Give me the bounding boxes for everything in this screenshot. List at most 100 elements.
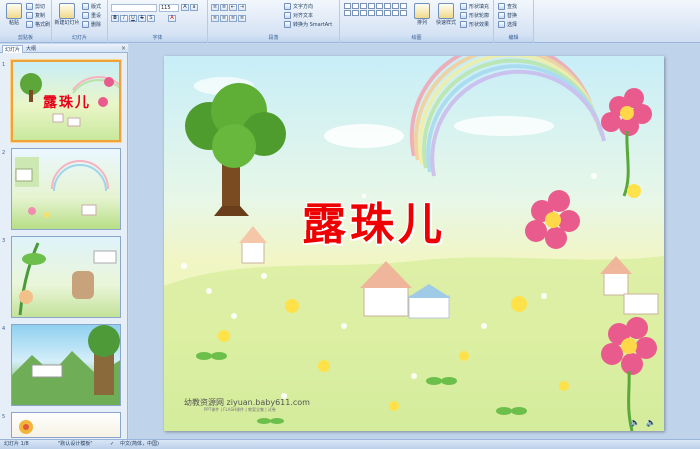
smartart-button[interactable]: 转换为 SmartArt (284, 21, 332, 28)
quick-styles-button[interactable]: 快速样式 (434, 3, 458, 26)
tab-outline[interactable]: 大纲 (24, 45, 38, 53)
slide-counter: 幻灯片 1/8 (4, 441, 29, 447)
justify-button[interactable]: ≡ (238, 15, 246, 22)
layout-button[interactable]: 版式 (82, 3, 101, 10)
numbering-button[interactable]: ≡ (220, 4, 228, 11)
shape-item[interactable] (384, 3, 391, 9)
select-button[interactable]: 选择 (498, 21, 517, 28)
slide-title[interactable]: 露珠儿 (302, 188, 446, 252)
cut-button[interactable]: 剪切 (26, 3, 45, 10)
shape-item[interactable] (400, 3, 407, 9)
format-painter-button[interactable]: 格式刷 (26, 21, 50, 28)
slide-number: 2 (2, 150, 6, 156)
shape-item[interactable] (400, 10, 407, 16)
new-slide-button[interactable]: 新建幻灯片 (54, 3, 80, 26)
shape-item[interactable] (392, 10, 399, 16)
bold-button[interactable]: B (111, 15, 119, 22)
italic-button[interactable]: I (120, 15, 128, 22)
shape-effects-button[interactable]: 形状效果 (460, 21, 489, 28)
drawing-group-label: 绘图 (340, 35, 493, 42)
slide-number: 1 (2, 62, 6, 68)
shape-item[interactable] (352, 10, 359, 16)
strike-button[interactable]: S (138, 15, 146, 22)
slide-thumbnail-1[interactable]: 露珠儿 (11, 60, 121, 142)
align-right-button[interactable]: ≡ (229, 15, 237, 22)
current-slide[interactable]: 露珠儿 幼教资源网 ziyuan.baby611.com PPT课件 | FLA… (164, 56, 664, 431)
slide-thumbnail-3[interactable] (11, 236, 121, 318)
shrink-font-button[interactable]: a (190, 4, 198, 11)
binoculars-icon (498, 3, 505, 10)
shapes-gallery[interactable] (344, 3, 407, 16)
arrange-button[interactable]: 排列 (410, 3, 434, 26)
grow-font-button[interactable]: A (181, 4, 189, 11)
theme-name: "默认设计模板" (58, 441, 93, 447)
slide-thumbnail-4[interactable] (11, 324, 121, 406)
copy-icon (26, 12, 33, 19)
slides-panel: 幻灯片 大纲 × 1 露珠儿 2 3 4 5 (0, 44, 128, 439)
effects-icon (460, 21, 467, 28)
layout-icon (82, 3, 89, 10)
text-direction-icon (284, 3, 291, 10)
thumbnail-art (18, 242, 117, 316)
text-direction-button[interactable]: 文字方向 (284, 3, 313, 10)
shape-item[interactable] (368, 3, 375, 9)
shape-item[interactable] (384, 10, 391, 16)
underline-button[interactable]: U (129, 15, 137, 22)
slide-thumbnail-2[interactable] (11, 148, 121, 230)
slide-thumbnail-5[interactable] (11, 412, 121, 438)
close-icon[interactable]: × (121, 45, 126, 52)
copy-button[interactable]: 复制 (26, 12, 45, 19)
shape-item[interactable] (376, 10, 383, 16)
editing-group-label: 编辑 (494, 35, 533, 42)
bullets-button[interactable]: ≡ (211, 4, 219, 11)
slide-number: 3 (2, 238, 6, 244)
font-size-select[interactable]: 115 (159, 4, 179, 12)
tab-slides[interactable]: 幻灯片 (2, 45, 24, 53)
shape-item[interactable] (376, 3, 383, 9)
shape-item[interactable] (360, 3, 367, 9)
slide-editor[interactable]: 露珠儿 幼教资源网 ziyuan.baby611.com PPT课件 | FLA… (129, 44, 700, 439)
align-center-button[interactable]: ≡ (220, 15, 228, 22)
cursor-icon (498, 21, 505, 28)
font-name-select[interactable] (111, 4, 157, 12)
editing-group: 查找 替换 选择 编辑 (494, 0, 534, 43)
reset-icon (82, 12, 89, 19)
spellcheck-icon[interactable]: ✓ (110, 440, 114, 449)
shape-item[interactable] (368, 10, 375, 16)
speaker-icon[interactable]: 🔈 (646, 418, 656, 427)
thumbnail-art (19, 420, 33, 434)
drawing-group: 排列 快速样式 形状填充 形状轮廓 形状效果 绘图 (340, 0, 494, 43)
brush-icon (26, 21, 33, 28)
shape-outline-button[interactable]: 形状轮廓 (460, 12, 489, 19)
delete-button[interactable]: 删除 (82, 21, 101, 28)
shape-item[interactable] (392, 3, 399, 9)
align-left-button[interactable]: ≡ (211, 15, 219, 22)
replace-icon (498, 12, 505, 19)
font-group-label: 字体 (108, 35, 207, 42)
slides-group-label: 幻灯片 (52, 35, 107, 42)
replace-button[interactable]: 替换 (498, 12, 517, 19)
increase-indent-button[interactable]: ⇥ (238, 4, 246, 11)
scissors-icon (26, 3, 33, 10)
status-bar: 幻灯片 1/8 "默认设计模板" ✓ 中文(简体，中国) (0, 439, 700, 449)
align-text-button[interactable]: 对齐文本 (284, 12, 313, 19)
decrease-indent-button[interactable]: ⇤ (229, 4, 237, 11)
new-slide-icon (59, 3, 75, 19)
find-button[interactable]: 查找 (498, 3, 517, 10)
font-color-button[interactable]: A (168, 15, 176, 22)
reset-button[interactable]: 重设 (82, 12, 101, 19)
paste-button[interactable]: 粘贴 (2, 3, 26, 26)
smartart-icon (284, 21, 291, 28)
paste-icon (6, 3, 22, 19)
shape-item[interactable] (344, 3, 351, 9)
outline-icon (460, 12, 467, 19)
shape-item[interactable] (360, 10, 367, 16)
fill-icon (460, 3, 467, 10)
shadow-button[interactable]: S (147, 15, 155, 22)
shape-item[interactable] (344, 10, 351, 16)
language-indicator[interactable]: 中文(简体，中国) (120, 440, 159, 449)
thumbnail-art (12, 325, 120, 405)
shape-item[interactable] (352, 3, 359, 9)
speaker-icon[interactable]: 🔈 (630, 418, 640, 427)
shape-fill-button[interactable]: 形状填充 (460, 3, 489, 10)
